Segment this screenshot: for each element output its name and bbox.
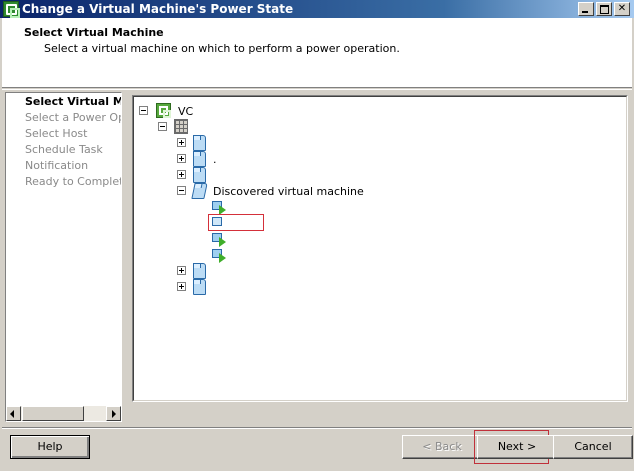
vm-powered-on-icon: [211, 231, 227, 247]
folder-icon: [193, 279, 206, 295]
vm-powered-on-icon: [211, 199, 227, 215]
tree-node-folder[interactable]: [177, 279, 377, 295]
scroll-left-arrow-icon[interactable]: [6, 406, 21, 421]
step-ready-to-complete: Ready to Complete: [25, 175, 122, 188]
title-bar[interactable]: Change a Virtual Machine's Power State ✕: [0, 0, 634, 18]
window-title: Change a Virtual Machine's Power State: [22, 2, 294, 16]
selection-highlight: [208, 214, 264, 231]
tree-node-vm[interactable]: [211, 231, 331, 247]
tree-node-vc[interactable]: VC: [139, 103, 339, 119]
back-button[interactable]: < Back: [402, 435, 482, 459]
vm-powered-on-icon: [211, 247, 227, 263]
step-select-virtual-machine[interactable]: Select Virtual Ma: [25, 95, 121, 108]
tree-node-folder[interactable]: [177, 135, 377, 151]
header-divider: [2, 89, 632, 90]
tree-node-folder[interactable]: [177, 167, 377, 183]
inventory-tree-panel: VC . Discovered virtual machine: [132, 95, 628, 402]
folder-icon: [193, 151, 206, 167]
datacenter-icon: [174, 119, 188, 134]
step-schedule-task: Schedule Task: [25, 143, 103, 156]
expand-icon[interactable]: [177, 282, 186, 291]
tree-node-discovered-vms-folder[interactable]: Discovered virtual machine: [177, 183, 437, 199]
folder-icon: [193, 167, 206, 183]
maximize-button[interactable]: [596, 2, 612, 16]
expand-icon[interactable]: [177, 266, 186, 275]
step-select-power-operation: Select a Power Oper: [25, 111, 121, 124]
folder-icon: [193, 135, 206, 151]
collapse-icon[interactable]: [139, 106, 148, 115]
tree-node-datacenter[interactable]: [158, 119, 358, 135]
open-folder-icon: [191, 183, 208, 199]
expand-icon[interactable]: [177, 138, 186, 147]
tree-node-folder[interactable]: .: [177, 151, 377, 167]
vcenter-icon: [156, 103, 171, 118]
next-button[interactable]: Next >: [477, 435, 557, 459]
horizontal-scrollbar[interactable]: [6, 406, 121, 421]
scrollbar-thumb[interactable]: [22, 406, 84, 421]
expand-icon[interactable]: [177, 154, 186, 163]
tree-node-folder[interactable]: [177, 263, 377, 279]
help-button[interactable]: Help: [10, 435, 90, 459]
vsphere-app-icon: [3, 1, 20, 18]
scroll-right-arrow-icon[interactable]: [106, 406, 121, 421]
collapse-icon[interactable]: [158, 122, 167, 131]
page-title: Select Virtual Machine: [24, 26, 164, 39]
cancel-button[interactable]: Cancel: [553, 435, 633, 459]
page-subtitle: Select a virtual machine on which to per…: [44, 42, 400, 55]
tree-node-vm[interactable]: [211, 199, 331, 215]
inventory-tree: VC . Discovered virtual machine: [133, 96, 627, 401]
tree-node-vm[interactable]: [211, 247, 331, 263]
step-notification: Notification: [25, 159, 89, 172]
close-button[interactable]: ✕: [614, 2, 630, 16]
tree-node-label: .: [213, 153, 217, 166]
footer-divider-highlight: [2, 428, 632, 429]
minimize-button[interactable]: [578, 2, 594, 16]
tree-node-label: Discovered virtual machine: [213, 185, 364, 198]
step-select-host: Select Host: [25, 127, 88, 140]
wizard-steps-panel: Select Virtual Ma Select a Power Oper Se…: [5, 92, 122, 422]
collapse-icon[interactable]: [177, 186, 186, 195]
expand-icon[interactable]: [177, 170, 186, 179]
wizard-header: Select Virtual Machine Select a virtual …: [2, 18, 632, 88]
tree-node-label: VC: [178, 105, 194, 118]
folder-icon: [193, 263, 206, 279]
